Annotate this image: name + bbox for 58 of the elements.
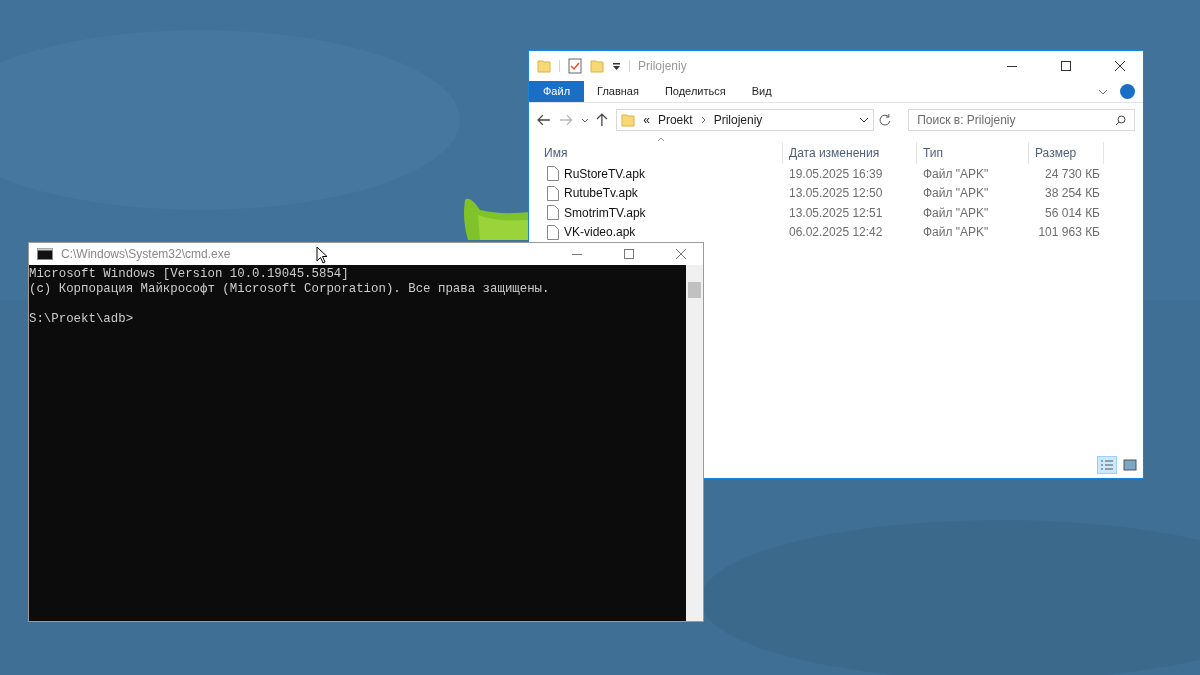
- column-header[interactable]: Дата изменения: [789, 144, 880, 162]
- console-line: Microsoft Windows [Version 10.0.19045.5854]: [29, 267, 349, 281]
- console-line: (c) Корпорация Майкрософт (Microsoft Corporation). Все права защищены.: [29, 282, 550, 296]
- file-name[interactable]: VK-video.apk: [564, 223, 636, 242]
- up-arrow-icon[interactable]: [596, 113, 609, 127]
- overflow-crumb[interactable]: «: [643, 111, 650, 129]
- date-cell: 13.05.2025 12:51: [789, 205, 883, 220]
- file-name[interactable]: SmotrimTV.apk: [564, 203, 646, 222]
- size-cell: 24 730 КБ: [1045, 166, 1100, 181]
- scrollbar[interactable]: [686, 265, 703, 621]
- breadcrumb-item[interactable]: Prilojeniy: [713, 111, 763, 129]
- ribbon-tab[interactable]: Файл: [529, 81, 585, 102]
- ribbon-tab[interactable]: Главная: [584, 81, 652, 102]
- chevron-icon[interactable]: [1098, 88, 1108, 95]
- date-cell: 19.05.2025 16:39: [789, 166, 883, 181]
- ribbon-tab[interactable]: Поделиться: [651, 81, 739, 102]
- size-cell: 38 254 КБ: [1045, 186, 1100, 201]
- type-cell: Файл "APK": [923, 186, 989, 201]
- console-area[interactable]: Microsoft Windows [Version 10.0.19045.5854] (c) Корпорация Майкрософт (Microsoft Corporation). Все права защищены. S:\Proekt\adb>: [29, 265, 686, 621]
- column-header[interactable]: Имя: [544, 144, 568, 162]
- column-header[interactable]: Тип: [923, 144, 943, 162]
- ribbon-tab[interactable]: Вид: [738, 81, 785, 102]
- dropdown-icon[interactable]: [612, 61, 621, 71]
- chevron-icon[interactable]: [700, 116, 706, 124]
- properties-icon[interactable]: [568, 58, 582, 74]
- dropdown-icon[interactable]: [859, 117, 870, 123]
- search-icon: [1114, 114, 1126, 126]
- folder-icon: [537, 59, 551, 73]
- file-name[interactable]: RuStoreTV.apk: [564, 164, 645, 183]
- folder-icon: [621, 113, 636, 127]
- column-header[interactable]: Размер: [1035, 144, 1077, 162]
- file-icon: [547, 185, 559, 201]
- type-cell: Файл "APK": [923, 205, 989, 220]
- mouse-cursor-icon: [316, 246, 328, 264]
- thumbnail-view-icon[interactable]: [1121, 456, 1139, 474]
- window-title: Prilojeniy: [638, 58, 687, 75]
- sort-icon: [657, 137, 665, 142]
- back-arrow-icon[interactable]: [537, 114, 551, 126]
- dropdown-icon[interactable]: [580, 117, 589, 123]
- console-prompt: S:\Proekt\adb>: [29, 312, 134, 326]
- type-cell: Файл "APK": [923, 166, 989, 181]
- breadcrumb-item[interactable]: Proekt: [657, 111, 693, 129]
- file-icon: [547, 166, 559, 182]
- search-input[interactable]: Поиск в: Prilojeniy: [917, 111, 1115, 129]
- address-bar[interactable]: « Proekt Prilojeniy: [616, 109, 875, 131]
- search-field[interactable]: Поиск в: Prilojeniy: [908, 109, 1135, 131]
- size-cell: 101 963 КБ: [1038, 225, 1100, 240]
- console-icon: [37, 248, 53, 260]
- size-cell: 56 014 КБ: [1045, 205, 1100, 220]
- date-cell: 06.02.2025 12:42: [789, 225, 883, 240]
- window-title: C:\Windows\System32\cmd.exe: [61, 246, 231, 263]
- file-icon: [547, 205, 559, 221]
- refresh-icon[interactable]: [878, 113, 893, 127]
- help-icon[interactable]: [1120, 84, 1135, 99]
- date-cell: 13.05.2025 12:50: [789, 186, 883, 201]
- file-icon: [547, 224, 559, 240]
- type-cell: Файл "APK": [923, 225, 989, 240]
- file-name[interactable]: RutubeTv.apk: [564, 184, 638, 203]
